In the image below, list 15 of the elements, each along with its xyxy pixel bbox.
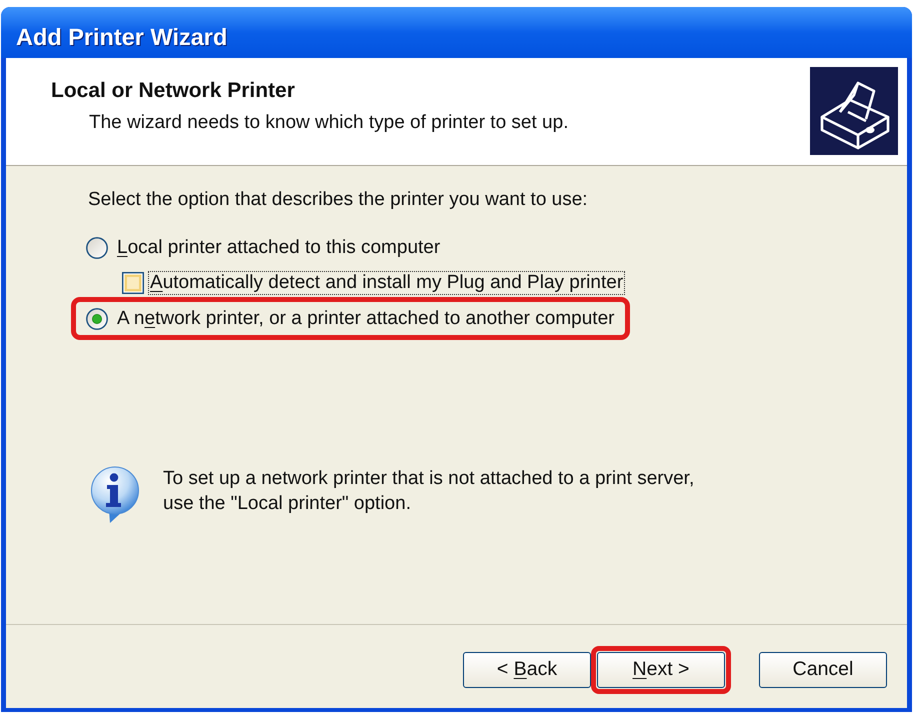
dialog-button[interactable]: Cancel bbox=[759, 652, 887, 688]
radio-button[interactable] bbox=[86, 308, 108, 330]
dialog-button[interactable]: < Back bbox=[463, 652, 591, 688]
checkbox[interactable] bbox=[122, 272, 144, 294]
printer-icon bbox=[810, 67, 898, 155]
window-title: Add Printer Wizard bbox=[16, 22, 228, 50]
option-label[interactable]: A network printer, or a printer attached to another computer bbox=[117, 308, 614, 330]
dialog-button[interactable]: Next > bbox=[597, 652, 725, 688]
header-subtitle: The wizard needs to know which type of printer to set up. bbox=[89, 112, 568, 134]
option-label[interactable]: Local printer attached to this computer bbox=[117, 236, 440, 258]
header-title: Local or Network Printer bbox=[51, 79, 296, 103]
option-label[interactable]: Automatically detect and install my Plug and Play printer bbox=[148, 271, 626, 295]
radio-button[interactable] bbox=[86, 236, 108, 258]
note-text: To set up a network printer that is not attached to a print server, use the "Local printer" option. bbox=[163, 467, 694, 516]
prompt-text: Select the option that describes the printer you want to use: bbox=[87, 188, 589, 211]
